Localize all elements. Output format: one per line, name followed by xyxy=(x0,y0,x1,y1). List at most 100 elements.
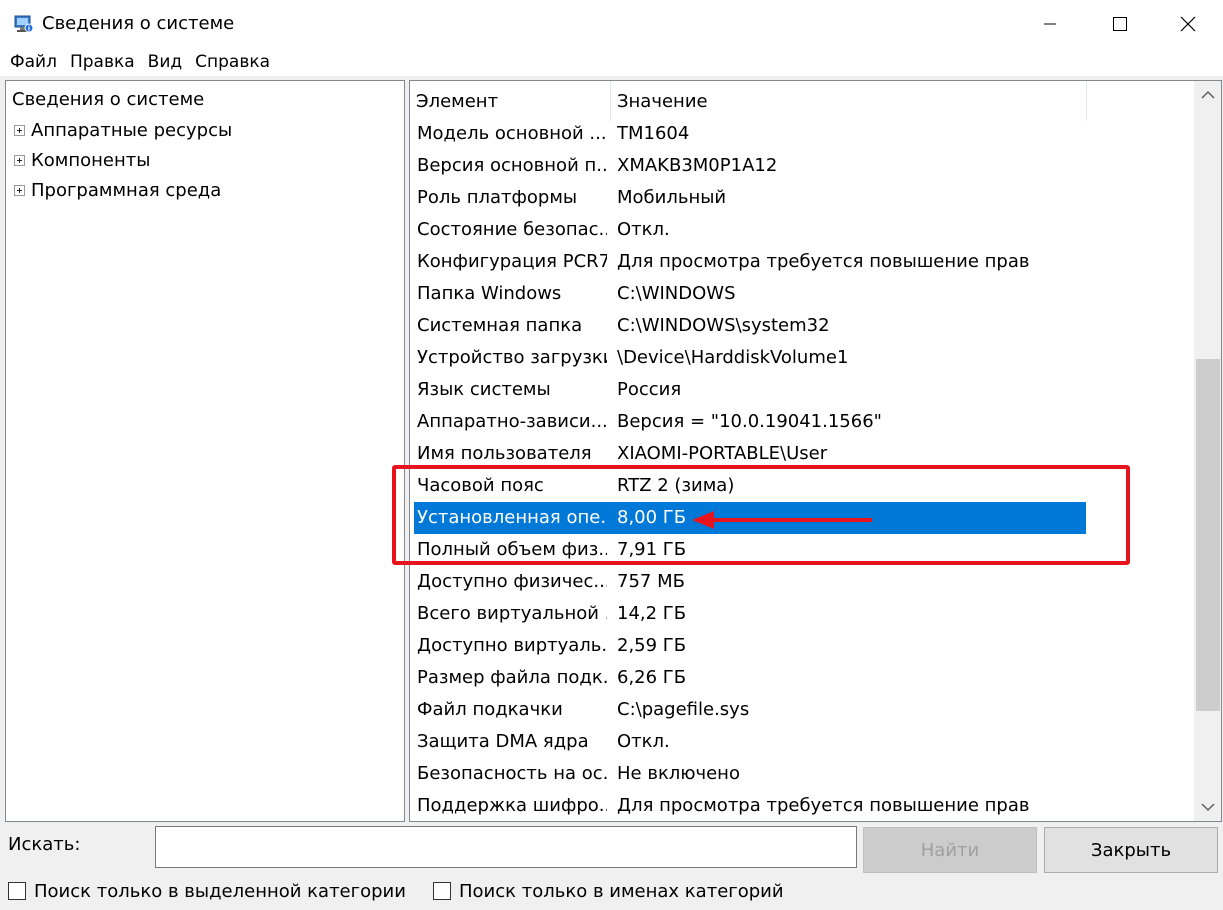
table-row[interactable]: Конфигурация PCR7 Для просмотра требуется… xyxy=(414,246,1086,278)
maximize-button[interactable] xyxy=(1085,0,1155,48)
table-row[interactable]: Доступно виртуаль... 2,59 ГБ xyxy=(414,630,1086,662)
cell-item-name: Доступно физичес... xyxy=(417,571,607,592)
search-category-names-option[interactable]: Поиск только в именах категорий xyxy=(433,879,784,903)
cell-item-name: Устройство загрузки xyxy=(417,347,607,368)
checkbox-category-names[interactable] xyxy=(433,882,451,900)
table-row[interactable]: Безопасность на ос... Не включено xyxy=(414,758,1086,790)
cell-item-name: Файл подкачки xyxy=(417,699,563,720)
cell-item-name: Доступно виртуаль... xyxy=(417,635,607,656)
scroll-down-button[interactable] xyxy=(1194,793,1221,821)
details-list[interactable]: Элемент Значение Модель основной ... TM16… xyxy=(409,80,1222,822)
cell-item-name: Папка Windows xyxy=(417,283,562,304)
table-row[interactable]: Защита DMA ядра Откл. xyxy=(414,726,1086,758)
close-window-button[interactable] xyxy=(1153,0,1223,48)
cell-item-name: Язык системы xyxy=(417,379,551,400)
tree-node-components[interactable]: Компоненты xyxy=(14,148,150,172)
cell-item-name: Версия основной п... xyxy=(417,155,607,176)
category-tree[interactable]: Сведения о системе Аппаратные ресурсы Ко… xyxy=(5,80,405,822)
cell-item-value: Версия = "10.0.19041.1566" xyxy=(617,411,882,432)
checkbox-label: Поиск только в именах категорий xyxy=(459,880,784,902)
menu-edit[interactable]: Правка xyxy=(63,48,141,76)
cell-item-name: Состояние безопас... xyxy=(417,219,607,240)
column-header-empty xyxy=(1086,81,1195,121)
title-bar: Сведения о системе xyxy=(0,0,1223,48)
table-row[interactable]: Модель основной ... TM1604 xyxy=(414,118,1086,150)
checkbox-selected-category[interactable] xyxy=(8,882,26,900)
cell-item-name: Роль платформы xyxy=(417,187,578,208)
minimize-button[interactable] xyxy=(1015,0,1085,48)
find-button[interactable]: Найти xyxy=(863,827,1037,873)
cell-item-name: Защита DMA ядра xyxy=(417,731,589,752)
cell-item-value: C:\pagefile.sys xyxy=(617,699,750,720)
table-row[interactable]: Всего виртуальной ... 14,2 ГБ xyxy=(414,598,1086,630)
cell-item-name: Безопасность на ос... xyxy=(417,763,607,784)
menu-bar: Файл Правка Вид Справка xyxy=(0,48,1223,76)
tree-node-label: Аппаратные ресурсы xyxy=(31,119,233,141)
cell-item-name: Размер файла подк... xyxy=(417,667,607,688)
chevron-up-icon xyxy=(1201,90,1215,99)
expand-plus-icon[interactable] xyxy=(14,154,25,166)
scroll-thumb[interactable] xyxy=(1196,359,1220,711)
table-row[interactable]: Версия основной п... XMAKB3M0P1A12 xyxy=(414,150,1086,182)
table-row[interactable]: Файл подкачки C:\pagefile.sys xyxy=(414,694,1086,726)
search-label: Искать: xyxy=(8,834,81,855)
menu-view[interactable]: Вид xyxy=(141,48,188,76)
search-input[interactable] xyxy=(155,826,857,868)
table-row[interactable]: Папка Windows C:\WINDOWS xyxy=(414,278,1086,310)
cell-item-value: C:\WINDOWS xyxy=(617,283,736,304)
table-row[interactable]: Доступно физичес... 757 МБ xyxy=(414,566,1086,598)
tree-node-hardware-resources[interactable]: Аппаратные ресурсы xyxy=(14,118,232,142)
vertical-scrollbar[interactable] xyxy=(1194,81,1221,821)
menu-help[interactable]: Справка xyxy=(188,48,276,76)
maximize-icon xyxy=(1113,17,1127,31)
cell-item-name: Аппаратно-зависи... xyxy=(417,411,607,432)
cell-item-value: Не включено xyxy=(617,763,740,784)
table-row[interactable]: Устройство загрузки \Device\HarddiskVolum… xyxy=(414,342,1086,374)
cell-item-value: 14,2 ГБ xyxy=(617,603,687,624)
cell-item-value: Россия xyxy=(617,379,682,400)
cell-item-value: TM1604 xyxy=(617,123,690,144)
cell-item-value: Откл. xyxy=(617,219,670,240)
column-header-value[interactable]: Значение xyxy=(610,81,1086,121)
table-row[interactable]: Системная папка C:\WINDOWS\system32 xyxy=(414,310,1086,342)
chevron-down-icon xyxy=(1201,803,1215,812)
cell-item-value: XMAKB3M0P1A12 xyxy=(617,155,778,176)
search-selected-category-option[interactable]: Поиск только в выделенной категории xyxy=(8,879,406,903)
cell-item-name: Всего виртуальной ... xyxy=(417,603,607,624)
minimize-icon xyxy=(1044,23,1056,25)
table-row[interactable]: Состояние безопас... Откл. xyxy=(414,214,1086,246)
window-title: Сведения о системе xyxy=(42,13,235,34)
menu-file[interactable]: Файл xyxy=(3,48,63,76)
cell-item-name: Конфигурация PCR7 xyxy=(417,251,607,272)
table-row[interactable]: Аппаратно-зависи... Версия = "10.0.19041.… xyxy=(414,406,1086,438)
tree-node-software-environment[interactable]: Программная среда xyxy=(14,178,221,202)
system-information-icon xyxy=(14,14,34,34)
cell-item-name: Модель основной ... xyxy=(417,123,607,144)
close-icon xyxy=(1180,16,1196,32)
table-row[interactable]: Поддержка шифро... Для просмотра требуетс… xyxy=(414,790,1086,821)
cell-item-value: Откл. xyxy=(617,731,670,752)
scroll-up-button[interactable] xyxy=(1194,81,1221,109)
cell-item-value: Мобильный xyxy=(617,187,727,208)
tree-node-label: Компоненты xyxy=(31,149,151,171)
cell-item-value: \Device\HarddiskVolume1 xyxy=(617,347,849,368)
expand-plus-icon[interactable] xyxy=(14,184,25,196)
list-header: Элемент Значение xyxy=(410,81,1195,121)
cell-item-value: 2,59 ГБ xyxy=(617,635,687,656)
cell-item-name: Системная папка xyxy=(417,315,583,336)
checkbox-label: Поиск только в выделенной категории xyxy=(34,880,406,902)
cell-item-value: 6,26 ГБ xyxy=(617,667,687,688)
cell-item-value: Для просмотра требуется повышение прав xyxy=(617,251,1030,272)
table-row[interactable]: Размер файла подк... 6,26 ГБ xyxy=(414,662,1086,694)
cell-item-value: C:\WINDOWS\system32 xyxy=(617,315,830,336)
cell-item-name: Поддержка шифро... xyxy=(417,795,607,816)
table-row[interactable]: Язык системы Россия xyxy=(414,374,1086,406)
cell-item-value: Для просмотра требуется повышение прав xyxy=(617,795,1030,816)
table-row[interactable]: Роль платформы Мобильный xyxy=(414,182,1086,214)
cell-item-value: 757 МБ xyxy=(617,571,685,592)
tree-root-system-summary[interactable]: Сведения о системе xyxy=(12,89,204,110)
annotation-arrow-icon xyxy=(692,511,872,529)
close-button[interactable]: Закрыть xyxy=(1044,827,1218,873)
column-header-item[interactable]: Элемент xyxy=(416,81,608,121)
expand-plus-icon[interactable] xyxy=(14,124,25,136)
